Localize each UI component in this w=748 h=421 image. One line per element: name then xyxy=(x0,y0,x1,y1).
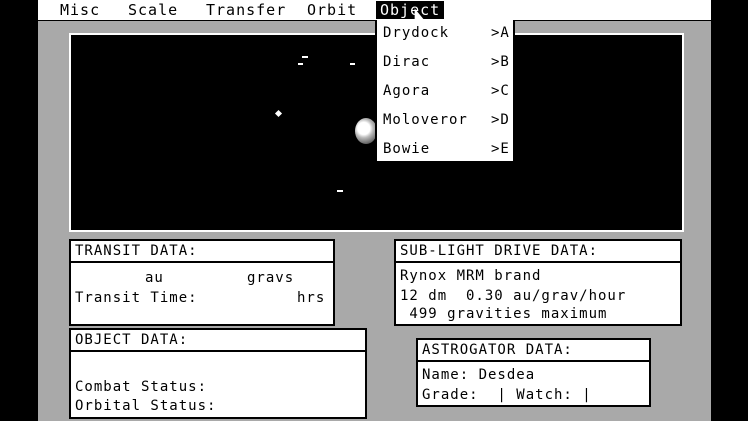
menu-transfer[interactable]: Transfer xyxy=(202,1,290,19)
astrogator-name-text: Name: Desdea xyxy=(422,367,536,383)
drive-rate-text: 12 dm 0.30 au/grav/hour xyxy=(400,288,627,304)
menu-misc[interactable]: Misc xyxy=(56,1,104,19)
menu-bar: Misc Scale Transfer Orbit Object xyxy=(38,0,711,21)
panel-title: TRANSIT DATA: xyxy=(71,241,333,263)
dropdown-item-shortcut: >E xyxy=(491,141,510,157)
dropdown-item-agora[interactable]: Agora >C xyxy=(383,81,509,101)
dropdown-item-shortcut: >D xyxy=(491,112,510,128)
star-marker[interactable] xyxy=(298,63,303,65)
menu-orbit[interactable]: Orbit xyxy=(303,1,361,19)
panel-title: OBJECT DATA: xyxy=(71,330,365,352)
star-marker[interactable] xyxy=(302,56,308,58)
star-marker[interactable] xyxy=(350,63,355,65)
object-dropdown-menu: Drydock >A Dirac >B Agora >C Moloveror >… xyxy=(375,20,515,163)
dropdown-item-label: Bowie xyxy=(383,141,431,157)
dropdown-item-dirac[interactable]: Dirac >B xyxy=(383,52,509,72)
dropdown-item-bowie[interactable]: Bowie >E xyxy=(383,139,509,159)
dropdown-item-label: Dirac xyxy=(383,54,431,70)
transit-time-label: Transit Time: xyxy=(75,290,198,306)
transit-hrs-unit: hrs xyxy=(297,290,326,306)
dropdown-item-label: Agora xyxy=(383,83,431,99)
dropdown-item-shortcut: >A xyxy=(491,25,510,41)
astrogator-grade-text: Grade: | Watch: | xyxy=(422,387,592,403)
combat-status-label: Combat Status: xyxy=(75,379,208,395)
dropdown-item-drydock[interactable]: Drydock >A xyxy=(383,23,509,43)
transit-au-unit: au xyxy=(145,270,164,286)
planet-icon[interactable] xyxy=(355,118,377,144)
dropdown-item-shortcut: >C xyxy=(491,83,510,99)
drive-brand-text: Rynox MRM brand xyxy=(400,268,542,284)
dropdown-item-moloveror[interactable]: Moloveror >D xyxy=(383,110,509,130)
object-data-panel: OBJECT DATA: Combat Status: Orbital Stat… xyxy=(69,328,367,419)
dropdown-item-label: Moloveror xyxy=(383,112,468,128)
transit-data-panel: TRANSIT DATA: au gravs Transit Time: hrs xyxy=(69,239,335,326)
game-screen: Misc Scale Transfer Orbit Object Drydock… xyxy=(38,0,711,421)
astrogator-data-panel: ASTROGATOR DATA: Name: Desdea Grade: | W… xyxy=(416,338,651,407)
dropdown-item-shortcut: >B xyxy=(491,54,510,70)
dropdown-item-label: Drydock xyxy=(383,25,450,41)
star-marker[interactable] xyxy=(337,190,343,192)
orbital-status-label: Orbital Status: xyxy=(75,398,217,414)
panel-title: ASTROGATOR DATA: xyxy=(418,340,649,362)
menu-scale[interactable]: Scale xyxy=(124,1,182,19)
object-marker[interactable] xyxy=(274,109,283,118)
sublight-drive-data-panel: SUB-LIGHT DRIVE DATA: Rynox MRM brand 12… xyxy=(394,239,682,326)
drive-max-text: 499 gravities maximum xyxy=(400,306,608,322)
transit-gravs-unit: gravs xyxy=(247,270,295,286)
panel-title: SUB-LIGHT DRIVE DATA: xyxy=(396,241,680,263)
